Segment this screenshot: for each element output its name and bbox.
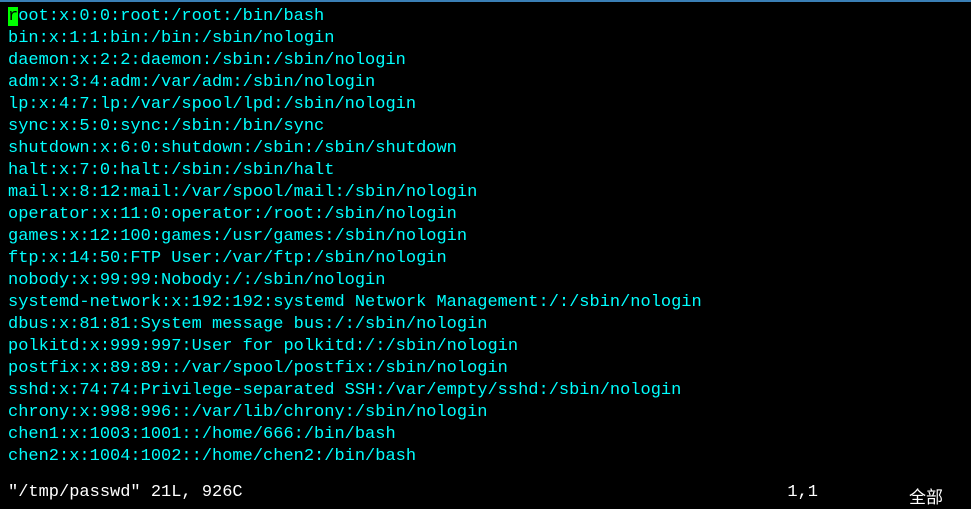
file-line: chen1:x:1003:1001::/home/666:/bin/bash [8,424,963,446]
file-line: operator:x:11:0:operator:/root:/sbin/nol… [8,204,963,226]
file-line: bin:x:1:1:bin:/bin:/sbin/nologin [8,28,963,50]
file-line: root:x:0:0:root:/root:/bin/bash [8,6,963,28]
file-line: postfix:x:89:89::/var/spool/postfix:/sbi… [8,358,963,380]
file-line: systemd-network:x:192:192:systemd Networ… [8,292,963,314]
file-line: daemon:x:2:2:daemon:/sbin:/sbin/nologin [8,50,963,72]
file-line: halt:x:7:0:halt:/sbin:/sbin/halt [8,160,963,182]
file-line: games:x:12:100:games:/usr/games:/sbin/no… [8,226,963,248]
file-line: adm:x:3:4:adm:/var/adm:/sbin/nologin [8,72,963,94]
scroll-indicator: 全部 [909,483,943,509]
file-line: ftp:x:14:50:FTP User:/var/ftp:/sbin/nolo… [8,248,963,270]
file-line: nobody:x:99:99:Nobody:/:/sbin/nologin [8,270,963,292]
vim-status-line: "/tmp/passwd" 21L, 926C 1,1 全部 [8,483,963,502]
cursor-position: 1,1 [787,483,818,502]
file-line: chen2:x:1004:1002::/home/chen2:/bin/bash [8,446,963,468]
file-line: lp:x:4:7:lp:/var/spool/lpd:/sbin/nologin [8,94,963,116]
file-line: mail:x:8:12:mail:/var/spool/mail:/sbin/n… [8,182,963,204]
terminal-output[interactable]: root:x:0:0:root:/root:/bin/bashbin:x:1:1… [8,6,963,468]
file-line: chrony:x:998:996::/var/lib/chrony:/sbin/… [8,402,963,424]
file-line: sshd:x:74:74:Privilege-separated SSH:/va… [8,380,963,402]
file-line: sync:x:5:0:sync:/sbin:/bin/sync [8,116,963,138]
cursor: r [8,7,18,26]
file-line: shutdown:x:6:0:shutdown:/sbin:/sbin/shut… [8,138,963,160]
file-line: dbus:x:81:81:System message bus:/:/sbin/… [8,314,963,336]
file-info: "/tmp/passwd" 21L, 926C [8,483,243,502]
file-line: polkitd:x:999:997:User for polkitd:/:/sb… [8,336,963,358]
